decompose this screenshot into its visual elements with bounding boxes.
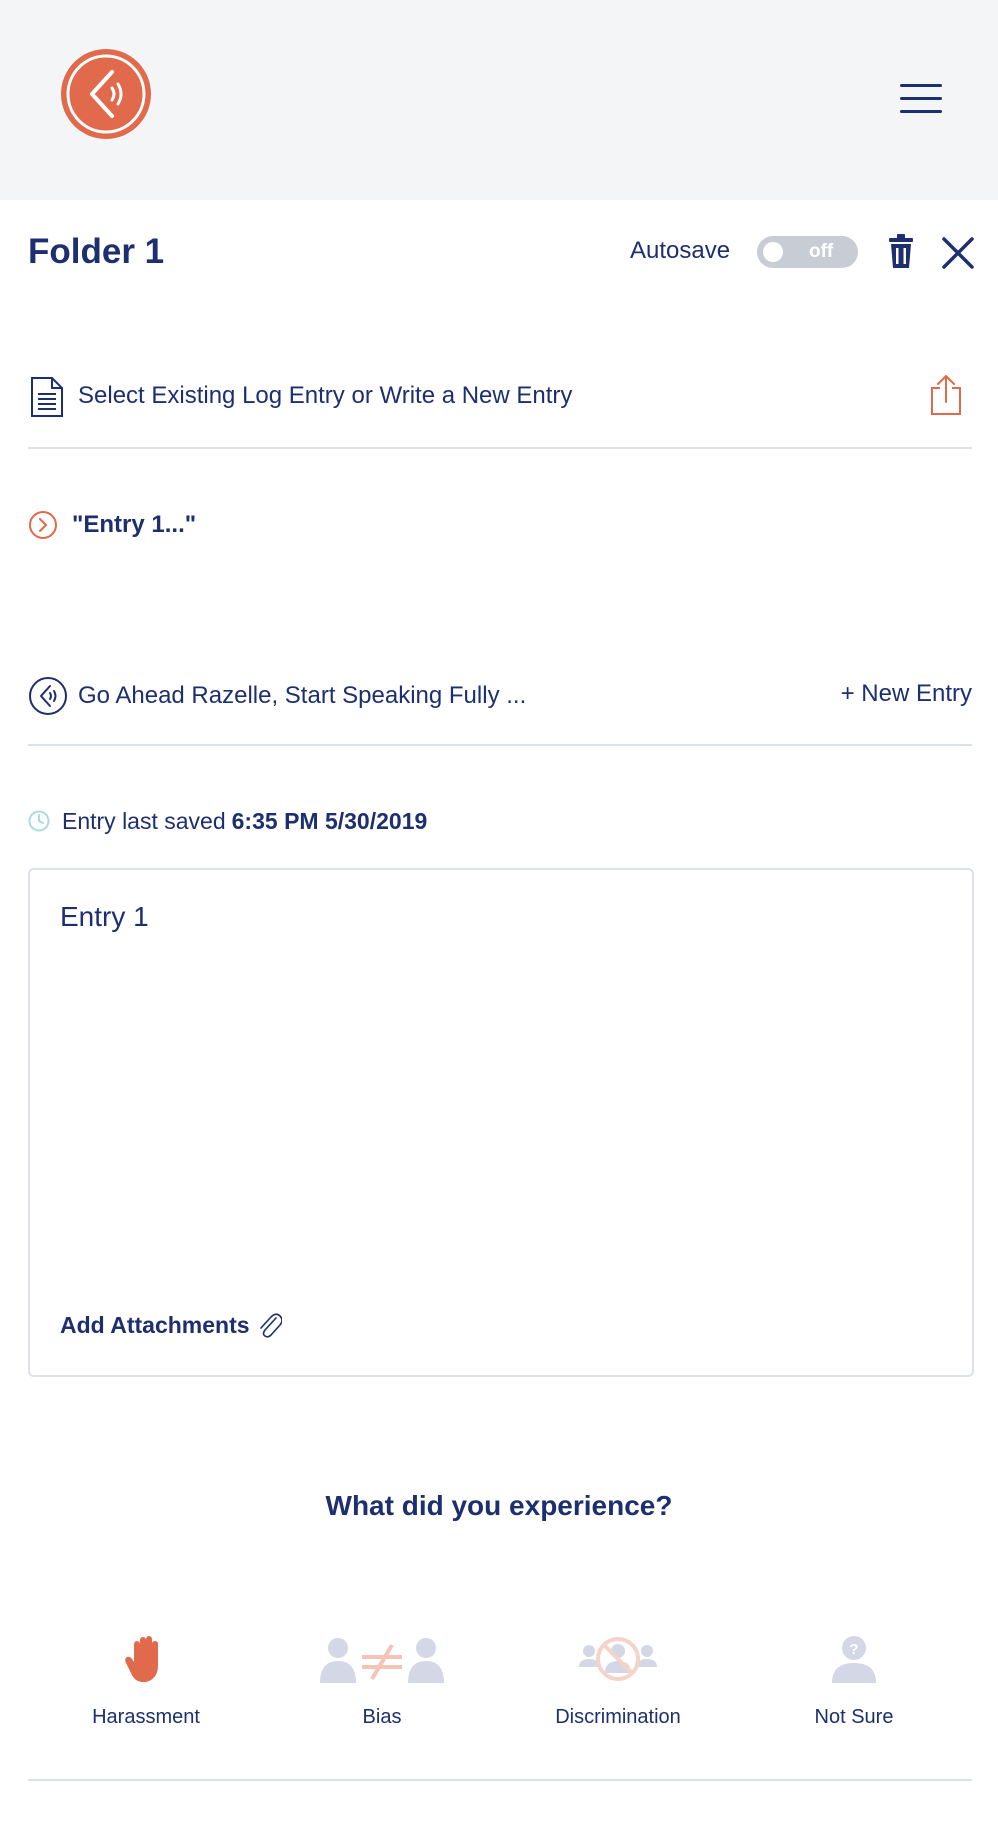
option-not-sure[interactable]: ? Not Sure	[764, 1630, 944, 1730]
trash-icon[interactable]	[885, 234, 917, 270]
speaker-chevron-logo-icon[interactable]	[60, 48, 152, 140]
entry-saved-status: Entry last saved 6:35 PM 5/30/2019	[62, 806, 427, 836]
not-equal-people-icon	[292, 1630, 472, 1690]
experience-question: What did you experience?	[325, 1490, 673, 1521]
document-icon	[30, 376, 64, 418]
divider	[28, 1779, 972, 1781]
selected-entry-link[interactable]: "Entry 1..."	[72, 510, 196, 540]
clock-icon	[28, 810, 50, 832]
option-label: Not Sure	[814, 1706, 894, 1728]
add-attachments-button[interactable]: Add Attachments	[60, 1310, 282, 1340]
paperclip-icon	[259, 1313, 282, 1338]
option-discrimination[interactable]: Discrimination	[528, 1630, 708, 1730]
entry-editor[interactable]: Entry 1 Add Attachments	[28, 868, 974, 1377]
entry-text-area[interactable]: Entry 1	[60, 900, 940, 934]
discrimination-icon	[528, 1630, 708, 1690]
saved-label-text: Entry last saved	[62, 808, 226, 834]
option-label: Discrimination	[555, 1706, 681, 1728]
autosave-label: Autosave	[630, 237, 731, 264]
page-title: Folder 1	[28, 232, 165, 271]
option-label: Bias	[362, 1706, 402, 1728]
chevron-right-circle-icon[interactable]	[28, 510, 58, 540]
speak-icon[interactable]	[28, 676, 68, 716]
divider	[28, 744, 972, 746]
option-harassment[interactable]: Harassment	[56, 1630, 236, 1730]
close-icon[interactable]	[941, 236, 975, 270]
add-attachments-label: Add Attachments	[60, 1312, 250, 1338]
speak-prompt[interactable]: Go Ahead Razelle, Start Speaking Fully .…	[78, 681, 526, 711]
raised-hand-icon	[56, 1630, 236, 1690]
top-header	[0, 0, 998, 200]
autosave-toggle[interactable]: off	[757, 236, 858, 268]
question-person-icon: ?	[764, 1630, 944, 1690]
option-bias[interactable]: Bias	[292, 1630, 472, 1730]
autosave-state: off	[809, 241, 834, 262]
new-entry-button[interactable]: + New Entry	[841, 679, 972, 709]
divider	[28, 447, 972, 449]
toggle-knob	[763, 242, 783, 262]
select-log-entry[interactable]: Select Existing Log Entry or Write a New…	[78, 381, 572, 411]
svg-text:?: ?	[849, 1641, 858, 1658]
option-label: Harassment	[92, 1706, 200, 1728]
hamburger-menu-icon[interactable]	[900, 82, 944, 116]
saved-timestamp: 6:35 PM 5/30/2019	[231, 808, 428, 834]
share-icon[interactable]	[928, 374, 964, 416]
